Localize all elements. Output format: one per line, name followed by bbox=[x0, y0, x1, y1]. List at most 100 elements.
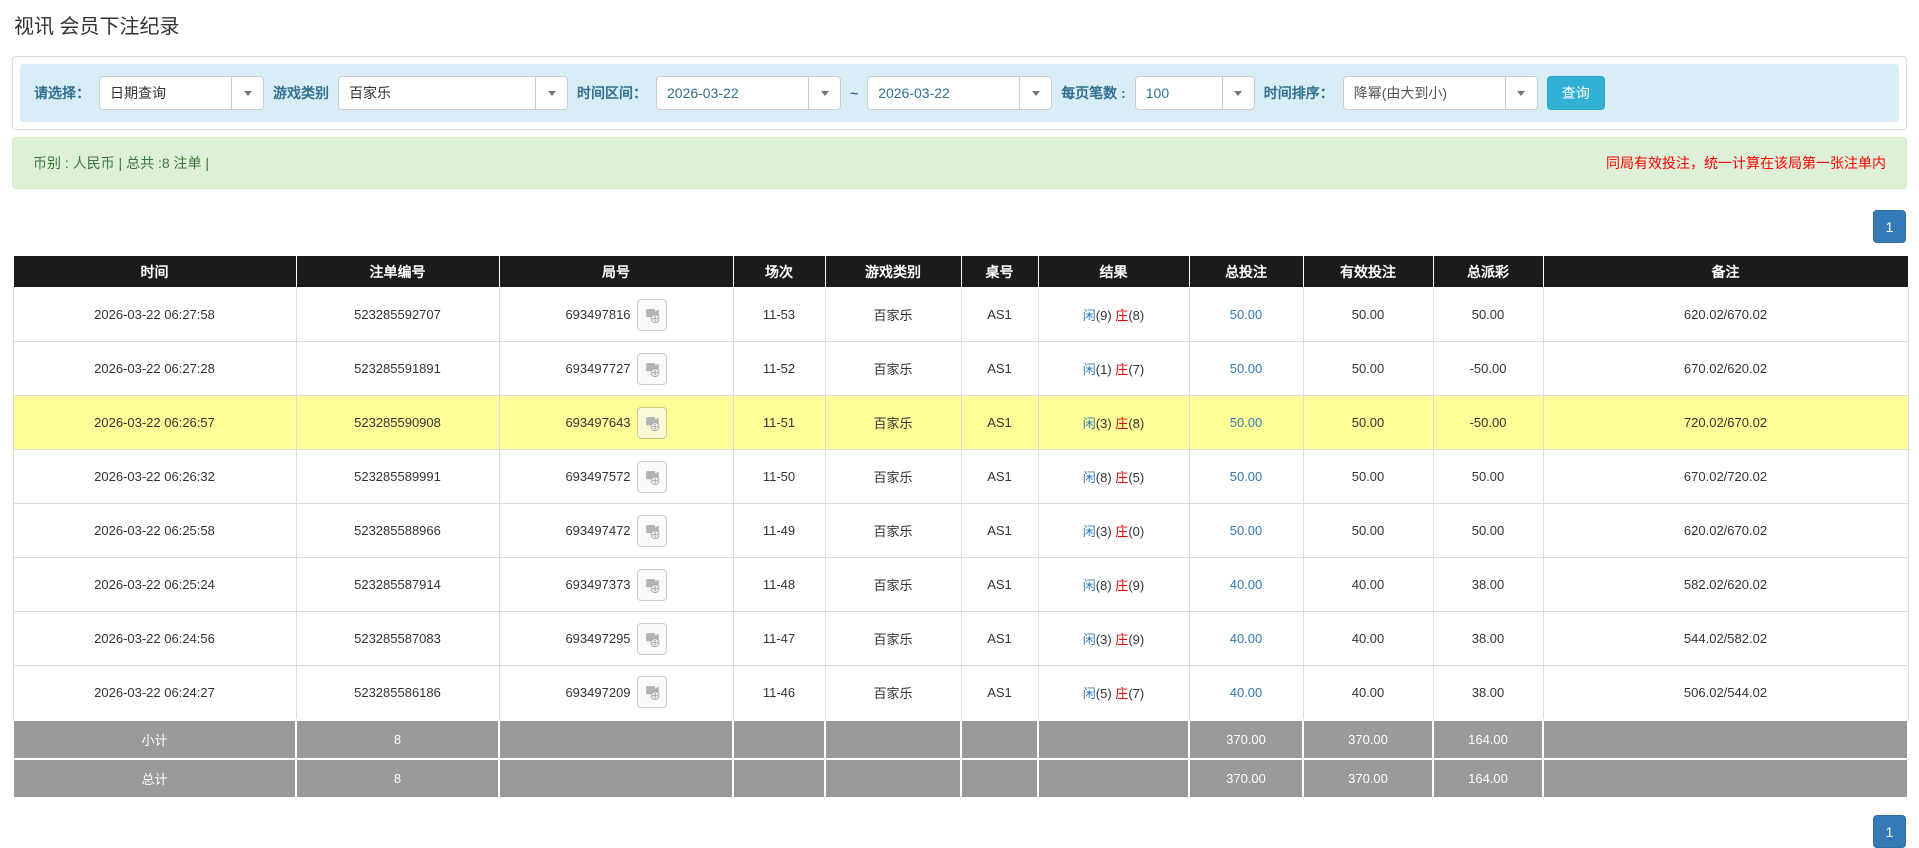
result-banker: 庄 bbox=[1115, 632, 1128, 647]
cell-time: 2026-03-22 06:24:27 bbox=[13, 666, 296, 720]
round-number: 693497572 bbox=[565, 469, 630, 484]
per-page-select[interactable]: 100 bbox=[1135, 76, 1255, 110]
round-number: 693497816 bbox=[565, 307, 630, 322]
result-player: 闲 bbox=[1083, 470, 1096, 485]
video-replay-button[interactable] bbox=[637, 299, 667, 331]
game-type-select[interactable]: 百家乐 bbox=[338, 76, 568, 110]
cell-session: 11-53 bbox=[733, 288, 825, 342]
table-row: 2026-03-22 06:26:57523285590908693497643… bbox=[13, 396, 1908, 450]
cell-payout: -50.00 bbox=[1433, 342, 1543, 396]
subtotal-valid-bet: 370.00 bbox=[1303, 720, 1433, 759]
cell-round_id: 693497643 bbox=[499, 396, 733, 450]
sort-select[interactable]: 降幂(由大到小) bbox=[1343, 76, 1538, 110]
pagination-page-1-bottom[interactable]: 1 bbox=[1873, 815, 1906, 848]
result-player: 闲 bbox=[1083, 632, 1096, 647]
total-bet-link[interactable]: 40.00 bbox=[1230, 631, 1263, 646]
total-bet-link[interactable]: 50.00 bbox=[1230, 415, 1263, 430]
cell-session: 11-50 bbox=[733, 450, 825, 504]
cell-round_id: 693497209 bbox=[499, 666, 733, 720]
video-camera-icon bbox=[643, 522, 661, 540]
chevron-down-icon[interactable] bbox=[808, 77, 840, 109]
cell-total_bet: 50.00 bbox=[1189, 342, 1303, 396]
result-player-score: (3) bbox=[1096, 416, 1116, 431]
result-banker-score: (8) bbox=[1128, 308, 1144, 323]
cell-result: 闲(8) 庄(9) bbox=[1038, 558, 1189, 612]
cell-result: 闲(5) 庄(7) bbox=[1038, 666, 1189, 720]
cell-table_no: AS1 bbox=[961, 666, 1038, 720]
result-banker: 庄 bbox=[1115, 308, 1128, 323]
cell-time: 2026-03-22 06:25:58 bbox=[13, 504, 296, 558]
betting-records-table: 时间 注单编号 局号 场次 游戏类别 桌号 结果 总投注 有效投注 总派彩 备注… bbox=[12, 255, 1909, 799]
same-round-notice: 同局有效投注，统一计算在该局第一张注单内 bbox=[1606, 153, 1886, 173]
cell-valid_bet: 50.00 bbox=[1303, 396, 1433, 450]
total-bet-link[interactable]: 50.00 bbox=[1230, 469, 1263, 484]
cell-table_no: AS1 bbox=[961, 558, 1038, 612]
header-bet-id: 注单编号 bbox=[296, 256, 499, 288]
total-bet-link[interactable]: 50.00 bbox=[1230, 361, 1263, 376]
tilde-separator: ~ bbox=[850, 85, 858, 101]
filter-bar: 请选择： 日期查询 游戏类别 百家乐 时间区间： 2026-03-22 ~ 20… bbox=[20, 64, 1899, 122]
video-replay-button[interactable] bbox=[637, 569, 667, 601]
empty-cell bbox=[825, 759, 961, 798]
pagination-page-1-top[interactable]: 1 bbox=[1873, 210, 1906, 243]
header-remark: 备注 bbox=[1543, 256, 1908, 288]
cell-session: 11-46 bbox=[733, 666, 825, 720]
cell-round_id: 693497727 bbox=[499, 342, 733, 396]
table-row: 2026-03-22 06:27:28523285591891693497727… bbox=[13, 342, 1908, 396]
cell-result: 闲(9) 庄(8) bbox=[1038, 288, 1189, 342]
chevron-down-icon[interactable] bbox=[231, 77, 263, 109]
chevron-down-icon[interactable] bbox=[1222, 77, 1254, 109]
cell-game: 百家乐 bbox=[825, 612, 961, 666]
cell-time: 2026-03-22 06:24:56 bbox=[13, 612, 296, 666]
total-bet-link[interactable]: 40.00 bbox=[1230, 577, 1263, 592]
table-row: 2026-03-22 06:25:58523285588966693497472… bbox=[13, 504, 1908, 558]
cell-round_id: 693497295 bbox=[499, 612, 733, 666]
total-total-bet: 370.00 bbox=[1189, 759, 1303, 798]
chevron-down-icon[interactable] bbox=[535, 77, 567, 109]
table-summary-body: 小计 8 370.00 370.00 164.00 总计 8 370.00 37… bbox=[13, 720, 1908, 798]
table-row: 2026-03-22 06:27:58523285592707693497816… bbox=[13, 288, 1908, 342]
result-banker: 庄 bbox=[1115, 416, 1128, 431]
cell-total_bet: 40.00 bbox=[1189, 666, 1303, 720]
result-banker: 庄 bbox=[1115, 470, 1128, 485]
total-bet-link[interactable]: 40.00 bbox=[1230, 685, 1263, 700]
cell-time: 2026-03-22 06:26:32 bbox=[13, 450, 296, 504]
date-to-select[interactable]: 2026-03-22 bbox=[867, 76, 1052, 110]
video-replay-button[interactable] bbox=[637, 353, 667, 385]
round-number: 693497209 bbox=[565, 685, 630, 700]
search-button[interactable]: 查询 bbox=[1547, 76, 1605, 110]
query-type-select[interactable]: 日期查询 bbox=[99, 76, 264, 110]
cell-time: 2026-03-22 06:25:24 bbox=[13, 558, 296, 612]
cell-valid_bet: 40.00 bbox=[1303, 612, 1433, 666]
video-replay-button[interactable] bbox=[637, 676, 667, 708]
cell-round_id: 693497472 bbox=[499, 504, 733, 558]
chevron-down-icon[interactable] bbox=[1019, 77, 1051, 109]
total-payout: 164.00 bbox=[1433, 759, 1543, 798]
empty-cell bbox=[1038, 759, 1189, 798]
cell-table_no: AS1 bbox=[961, 504, 1038, 558]
date-from-select[interactable]: 2026-03-22 bbox=[656, 76, 841, 110]
video-replay-button[interactable] bbox=[637, 623, 667, 655]
chevron-down-icon[interactable] bbox=[1505, 77, 1537, 109]
cell-time: 2026-03-22 06:27:58 bbox=[13, 288, 296, 342]
total-bet-link[interactable]: 50.00 bbox=[1230, 307, 1263, 322]
cell-payout: 38.00 bbox=[1433, 612, 1543, 666]
total-bet-link[interactable]: 50.00 bbox=[1230, 523, 1263, 538]
time-range-label: 时间区间： bbox=[577, 83, 647, 103]
video-replay-button[interactable] bbox=[637, 407, 667, 439]
empty-cell bbox=[961, 720, 1038, 759]
cell-remark: 544.02/582.02 bbox=[1543, 612, 1908, 666]
result-player-score: (3) bbox=[1096, 632, 1116, 647]
header-result: 结果 bbox=[1038, 256, 1189, 288]
subtotal-total-bet: 370.00 bbox=[1189, 720, 1303, 759]
video-replay-button[interactable] bbox=[637, 515, 667, 547]
video-replay-button[interactable] bbox=[637, 461, 667, 493]
cell-remark: 582.02/620.02 bbox=[1543, 558, 1908, 612]
table-data-body: 2026-03-22 06:27:58523285592707693497816… bbox=[13, 288, 1908, 720]
cell-valid_bet: 40.00 bbox=[1303, 558, 1433, 612]
cell-total_bet: 40.00 bbox=[1189, 558, 1303, 612]
page-title: 视讯 会员下注纪录 bbox=[14, 10, 180, 39]
round-number: 693497472 bbox=[565, 523, 630, 538]
cell-total_bet: 50.00 bbox=[1189, 504, 1303, 558]
cell-bet_id: 523285591891 bbox=[296, 342, 499, 396]
